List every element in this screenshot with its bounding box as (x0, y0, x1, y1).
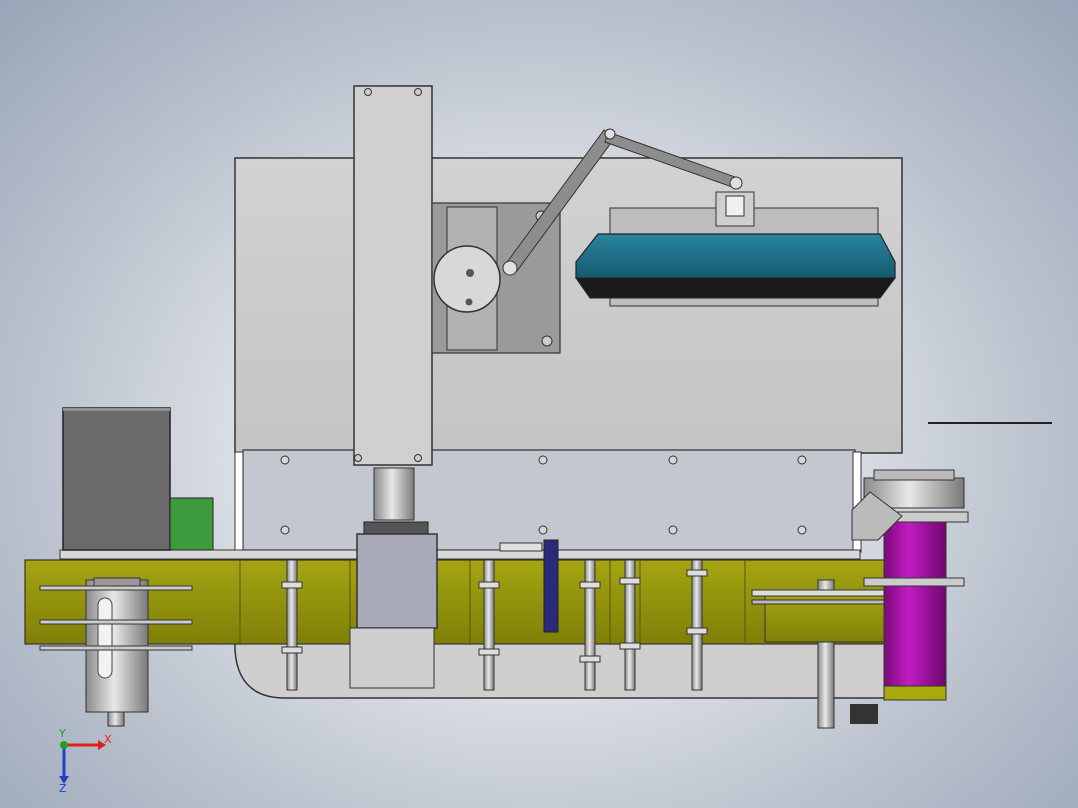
lower-front-panel (242, 449, 856, 551)
triad-z-label: Z (59, 782, 67, 795)
base-body (234, 639, 903, 699)
graphics-viewport[interactable]: X Y Z (0, 0, 1078, 808)
top-rail (59, 549, 861, 560)
vertical-column (353, 85, 433, 466)
actuator-cylinder (373, 467, 415, 521)
sensor-block (543, 539, 559, 633)
assembly-model[interactable] (0, 0, 1078, 808)
gray-box (356, 533, 438, 629)
coordinate-triad (59, 740, 106, 784)
triad-x-label: X (104, 733, 112, 746)
triad-y-label: Y (59, 727, 66, 740)
left-motor-housing (62, 407, 171, 551)
green-box (169, 497, 214, 551)
pusher-head (575, 233, 896, 279)
